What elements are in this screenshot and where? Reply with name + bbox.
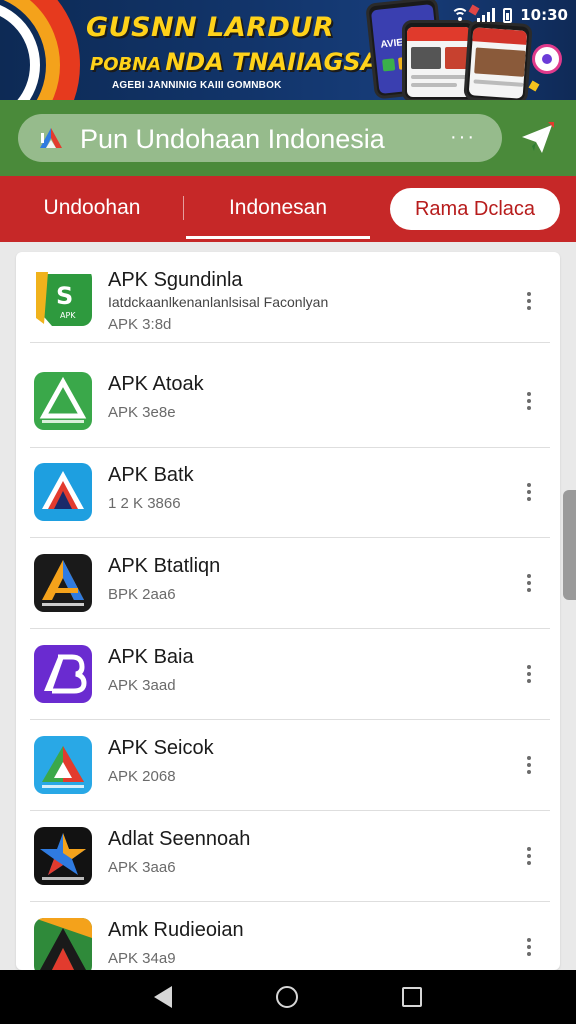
banner-subtitle-small: POBNA	[90, 54, 162, 75]
wifi-icon	[451, 8, 470, 22]
more-vert-icon[interactable]	[526, 847, 532, 867]
cyan-triangle-icon	[34, 736, 92, 794]
app-title: APK Sgundinla	[108, 269, 243, 291]
list-item[interactable]: APK Btatliqn BPK 2aa6	[16, 538, 560, 629]
more-vert-icon[interactable]	[526, 483, 532, 503]
dark-a-icon	[34, 554, 92, 612]
svg-text:APK: APK	[60, 311, 76, 320]
more-vert-icon[interactable]	[526, 574, 532, 594]
more-vert-icon[interactable]	[526, 938, 532, 958]
dark-star-icon	[34, 827, 92, 885]
app-meta: APK 3e8e	[108, 404, 176, 421]
confetti-shape	[528, 80, 540, 92]
banner-subtitle: POBNA NDA TNAIIAGSA	[90, 48, 379, 76]
banner-subtitle-large: NDA TNAIIAGSA	[165, 48, 380, 76]
status-bar: 10:30	[451, 4, 568, 26]
active-tab-indicator	[186, 236, 370, 239]
banner-title: GUSNN LARDUR	[86, 12, 335, 43]
filter-pill-button[interactable]: Rama Dclaca	[390, 188, 560, 230]
green-triangle-icon	[34, 372, 92, 430]
app-title: Adlat Seennoah	[108, 828, 251, 850]
list-item[interactable]: APK Atoak APK 3e8e	[16, 356, 560, 448]
app-title: APK Atoak	[108, 373, 204, 395]
app-meta: APK 3:8d	[108, 316, 172, 333]
green-s-logo-icon: S APK	[34, 268, 92, 326]
row-divider	[30, 342, 550, 343]
system-nav-bar	[0, 970, 576, 1024]
more-vert-icon[interactable]	[526, 292, 532, 312]
back-icon[interactable]	[154, 986, 172, 1008]
list-item[interactable]: Amk Rudieoian APK 34a9	[16, 902, 560, 970]
app-title: Amk Rudieoian	[108, 919, 244, 941]
recent-apps-icon[interactable]	[402, 987, 422, 1007]
app-logo-icon	[40, 128, 62, 148]
app-meta: APK 2068	[108, 768, 176, 785]
search-input[interactable]: Pun Undohaan Indonesia ···	[18, 114, 502, 162]
list-item[interactable]: Adlat Seennoah APK 3aa6	[16, 811, 560, 902]
app-title: APK Btatliqn	[108, 555, 221, 577]
send-icon[interactable]	[518, 120, 556, 156]
search-query: Pun Undohaan Indonesia	[80, 124, 385, 154]
tab-undoohan[interactable]: Undoohan	[18, 176, 166, 240]
app-title: APK Seicok	[108, 737, 214, 759]
scrollbar-thumb[interactable]	[563, 490, 576, 600]
phone-label: AVIE	[379, 37, 404, 51]
signal-icon	[477, 8, 496, 22]
app-meta: APK 3aa6	[108, 859, 176, 876]
app-title: APK Baia	[108, 646, 194, 668]
app-title: APK Batk	[108, 464, 194, 486]
colorful-a-icon	[34, 918, 92, 970]
banner-badge-icon	[532, 44, 562, 74]
tab-indonesan[interactable]: Indonesan	[186, 176, 370, 240]
blue-a-icon	[34, 463, 92, 521]
list-item[interactable]: APK Batk 1 2 K 3866	[16, 447, 560, 538]
status-time: 10:30	[520, 6, 568, 24]
app-meta: APK 34a9	[108, 950, 176, 967]
app-meta: APK 3aad	[108, 677, 176, 694]
list-item[interactable]: APK Baia APK 3aad	[16, 629, 560, 720]
banner-tagline: AGEBI JANNINIG KAIII GOMNBOK	[112, 80, 282, 91]
list-item[interactable]: APK Seicok APK 2068	[16, 720, 560, 811]
search-header: Pun Undohaan Indonesia ···	[0, 100, 576, 176]
svg-text:S: S	[56, 282, 73, 310]
app-description: Iatdckaanlkenanlanlsisal Faconlyan	[108, 294, 329, 310]
banner-phone-image	[463, 19, 533, 100]
more-vert-icon[interactable]	[526, 756, 532, 776]
purple-ab-icon	[34, 645, 92, 703]
home-icon[interactable]	[276, 986, 298, 1008]
battery-icon	[503, 7, 513, 23]
list-item[interactable]: S APK APK Sgundinla Iatdckaanlkenanlanls…	[16, 252, 560, 343]
more-vert-icon[interactable]	[526, 665, 532, 685]
app-meta: 1 2 K 3866	[108, 495, 181, 512]
app-meta: BPK 2aa6	[108, 586, 176, 603]
tab-divider	[183, 196, 184, 220]
app-list: S APK APK Sgundinla Iatdckaanlkenanlanls…	[16, 252, 560, 970]
more-vert-icon[interactable]	[526, 392, 532, 412]
more-dots-icon[interactable]: ···	[450, 126, 476, 149]
tab-bar: Undoohan Indonesan Rama Dclaca	[0, 176, 576, 242]
